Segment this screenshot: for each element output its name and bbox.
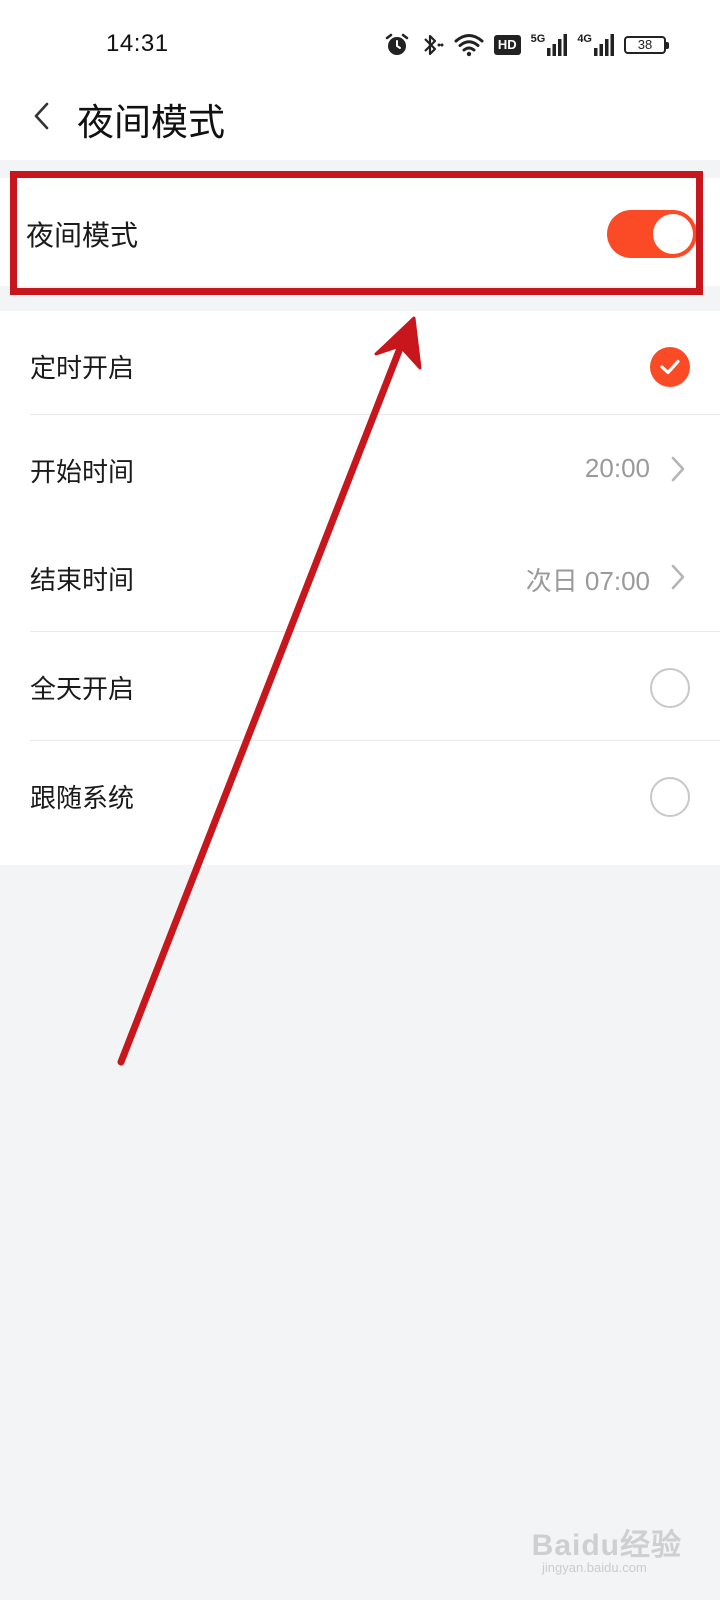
start-time-value: 20:00 xyxy=(584,453,650,483)
chevron-right-icon xyxy=(671,456,685,482)
watermark: Baidu经验 jingyan.baidu.com xyxy=(532,1508,682,1582)
hd-label: HD xyxy=(497,37,517,52)
status-bar: 14:31 HD 5G 4G 38 xyxy=(0,0,720,90)
follow-system-label: 跟随系统 xyxy=(30,784,135,814)
list-item-scheduled[interactable]: 定时开启 xyxy=(0,311,720,422)
night-mode-label: 夜间模式 xyxy=(26,219,139,252)
night-mode-card: 夜间模式 xyxy=(0,178,720,286)
start-time-label: 开始时间 xyxy=(30,458,135,488)
night-mode-toggle[interactable] xyxy=(607,210,697,258)
toggle-knob xyxy=(653,214,693,254)
list-item-all-day[interactable]: 全天开启 xyxy=(0,632,720,743)
wifi-icon xyxy=(454,33,484,57)
end-time-value: 次日 07:00 xyxy=(525,566,650,596)
list-item-end-time[interactable]: 结束时间 次日 07:00 xyxy=(0,523,720,634)
status-icons: HD 5G 4G 38 xyxy=(384,28,669,62)
watermark-url: jingyan.baidu.com xyxy=(542,1560,647,1575)
list-item-follow-system[interactable]: 跟随系统 xyxy=(0,741,720,852)
watermark-brand: Baidu经验 xyxy=(531,1529,682,1562)
options-list: 定时开启 开始时间 20:00 结束时间 次日 07:00 全天开启 跟随系统 xyxy=(0,311,720,865)
signal-4g-icon: 4G xyxy=(577,34,614,56)
chevron-left-icon xyxy=(34,102,49,130)
battery-level: 38 xyxy=(637,37,653,52)
end-time-label: 结束时间 xyxy=(30,566,135,596)
scheduled-label: 定时开启 xyxy=(30,354,135,384)
signal-4g-label: 4G xyxy=(577,33,592,45)
signal-5g-label: 5G xyxy=(530,33,546,45)
hd-icon: HD xyxy=(493,35,521,55)
signal-5g-icon: 5G xyxy=(531,34,568,56)
radio-unchecked-icon xyxy=(650,668,690,708)
list-item-start-time[interactable]: 开始时间 20:00 xyxy=(0,415,720,526)
status-time: 14:31 xyxy=(106,30,169,57)
check-icon xyxy=(650,347,690,387)
alarm-icon xyxy=(384,32,410,58)
back-button[interactable] xyxy=(22,96,62,136)
header: 夜间模式 xyxy=(0,90,720,160)
bluetooth-icon xyxy=(420,32,444,58)
chevron-right-icon xyxy=(671,564,685,590)
radio-unchecked-icon xyxy=(650,777,690,817)
all-day-label: 全天开启 xyxy=(30,675,135,705)
battery-icon: 38 xyxy=(624,36,669,54)
page-title: 夜间模式 xyxy=(77,101,225,144)
